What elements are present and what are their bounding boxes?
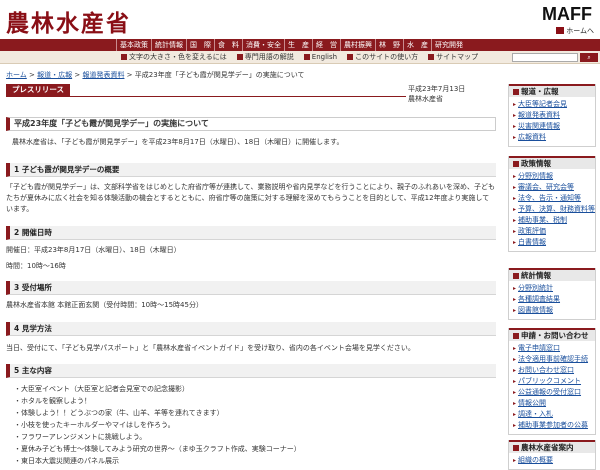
- sidebar-link[interactable]: 法令、告示・通知等: [518, 194, 581, 202]
- sidebar-link[interactable]: 各種調査結果: [518, 295, 560, 303]
- sitemap-link[interactable]: サイトマップ: [423, 51, 483, 64]
- square-icon: [513, 333, 519, 339]
- section-heading: 4 見学方法: [6, 322, 496, 336]
- breadcrumb-current: 平成23年度「子ども霞が関見学デー」の実施について: [134, 71, 305, 79]
- lead-text: 農林水産省は、「子ども霞が関見学デー」を平成23年8月17日（水曜日）、18日（…: [12, 138, 344, 146]
- gnav-item[interactable]: 食 料: [214, 39, 242, 51]
- section-heading: 1 子ども霞が関見学デーの概要: [6, 163, 496, 177]
- sidebar-link[interactable]: 大臣等記者会見: [518, 100, 567, 108]
- square-icon: [303, 54, 310, 60]
- section-body: 時間：10時～16時: [6, 262, 66, 270]
- gnav-item[interactable]: 生 産: [284, 39, 312, 51]
- sidebar-heading: 報道・広報: [509, 84, 595, 97]
- sidebar-link[interactable]: お問い合わせ窓口: [518, 366, 574, 374]
- press-date: 平成23年7月13日 農林水産省: [408, 85, 466, 103]
- sidebar-box-press: 報道・広報 大臣等記者会見 報道発表資料 災害関連情報 広報資料: [508, 84, 596, 147]
- gnav-item[interactable]: 消費・安全: [242, 39, 284, 51]
- sidebar-link[interactable]: 法令適用事前確認手続: [518, 355, 588, 363]
- list-item: ホタルを観察しよう！: [14, 395, 301, 407]
- page-title: 平成23年度「子ども霞が関見学デー」の実施について: [6, 117, 496, 131]
- sidebar-link[interactable]: 白書情報: [518, 238, 546, 246]
- sidebar-heading: 統計情報: [509, 268, 595, 281]
- breadcrumb-press[interactable]: 報道・広報: [37, 71, 72, 79]
- sidebar-link[interactable]: 政策評価: [518, 227, 546, 235]
- sidebar-link[interactable]: 広報資料: [518, 133, 546, 141]
- square-icon: [513, 161, 519, 167]
- sidebar-box-about: 農林水産省案内 組織の概要: [508, 440, 596, 470]
- content-list: 大臣室イベント（大臣室と記者会見室での記念撮影） ホタルを観察しよう！ 体験しよ…: [14, 383, 301, 467]
- search-input[interactable]: [512, 53, 578, 62]
- text-size-link[interactable]: 文字の大きさ・色を変えるには: [116, 51, 232, 64]
- divider: [6, 96, 406, 97]
- sidebar-link[interactable]: 災害関連情報: [518, 122, 560, 130]
- square-icon: [513, 273, 519, 279]
- sidebar-link[interactable]: 分野別統計: [518, 284, 553, 292]
- sidebar-link[interactable]: 組織の概要: [518, 456, 553, 464]
- search-icon: ⌕: [587, 54, 591, 61]
- section-heading: 3 受付場所: [6, 281, 496, 295]
- sidebar-link[interactable]: 補助事業、税制: [518, 216, 567, 224]
- sidebar-link[interactable]: 図書館情報: [518, 306, 553, 314]
- press-release-tab: プレスリリース: [6, 84, 70, 96]
- gnav-item[interactable]: 基本政策: [116, 39, 151, 51]
- home-link[interactable]: ホームへ: [556, 26, 594, 36]
- gnav-item[interactable]: 国 際: [186, 39, 214, 51]
- section-body: 「子ども霞が関見学デー」は、文部科学省をはじめとした府省庁等が連携して、業務説明…: [6, 183, 496, 213]
- sidebar-link[interactable]: 補助事業参加者の公募: [518, 421, 588, 429]
- global-nav: 基本政策 統計情報 国 際 食 料 消費・安全 生 産 経 営 農村振興 林 野…: [0, 39, 600, 51]
- section-body: 開催日：平成23年8月17日（水曜日）、18日（木曜日）: [6, 246, 181, 254]
- gnav-item[interactable]: 経 営: [312, 39, 340, 51]
- section-body: 農林水産省本館 本館正面玄関（受付時間：10時～15時45分）: [6, 301, 203, 309]
- list-item: 小枝を使ったキーホルダーやマイはしを作ろう。: [14, 419, 301, 431]
- sidebar-link[interactable]: 審議会、研究会等: [518, 183, 574, 191]
- sidebar-link[interactable]: 分野別情報: [518, 172, 553, 180]
- list-item: フラワーアレンジメントに挑戦しよう。: [14, 431, 301, 443]
- section-body: 当日、受付にて、「子ども見学パスポート」と「農林水産省イベントガイド」を受け取り…: [6, 344, 415, 352]
- sidebar-link[interactable]: 調達・入札: [518, 410, 553, 418]
- english-link[interactable]: English: [299, 51, 342, 64]
- list-item: 体験しよう！！どうぶつの家（牛、山羊、羊等を連れてきます）: [14, 407, 301, 419]
- list-item: 大臣室イベント（大臣室と記者会見室での記念撮影）: [14, 383, 301, 395]
- sidebar-box-policy: 政策情報 分野別情報 審議会、研究会等 法令、告示・通知等 予算、決算、財務資料…: [508, 156, 596, 252]
- section-heading: 2 開催日時: [6, 226, 496, 240]
- gnav-item[interactable]: 農村振興: [340, 39, 375, 51]
- utility-nav: 文字の大きさ・色を変えるには 専門用語の解説 English このサイトの使い方…: [0, 51, 600, 64]
- maff-logo[interactable]: MAFF: [542, 4, 592, 25]
- site-header: 農林水産省 MAFF ホームへ: [0, 0, 600, 38]
- sidebar-box-stats: 統計情報 分野別統計 各種調査結果 図書館情報: [508, 268, 596, 320]
- square-icon: [121, 54, 127, 60]
- sidebar-heading: 申請・お問い合わせ: [509, 328, 595, 341]
- sidebar-box-contact: 申請・お問い合わせ 電子申請窓口 法令適用事前確認手続 お問い合わせ窓口 パブリ…: [508, 328, 596, 435]
- glossary-link[interactable]: 専門用語の解説: [232, 51, 299, 64]
- search-button[interactable]: ⌕: [580, 53, 598, 62]
- sidebar-link[interactable]: 電子申請窓口: [518, 344, 560, 352]
- list-item: 夏休み子ども博士～体験してみよう研究の世界～（まゆ玉クラフト作成、実験コーナー）: [14, 443, 301, 455]
- square-icon: [513, 445, 519, 451]
- sidebar-link[interactable]: 報道発表資料: [518, 111, 560, 119]
- sidebar-link[interactable]: 予算、決算、財務資料等: [518, 205, 595, 213]
- sidebar-heading: 農林水産省案内: [509, 440, 595, 453]
- sidebar-link[interactable]: パブリックコメント: [518, 377, 581, 385]
- gnav-item[interactable]: 統計情報: [151, 39, 186, 51]
- gnav-item[interactable]: 林 野: [375, 39, 403, 51]
- home-icon: [556, 27, 565, 34]
- breadcrumb: ホーム > 報道・広報 > 報道発表資料 > 平成23年度「子ども霞が関見学デー…: [6, 71, 305, 79]
- list-item: 東日本大震災関連のパネル展示: [14, 455, 301, 467]
- sidebar-link[interactable]: 情報公開: [518, 399, 546, 407]
- howto-link[interactable]: このサイトの使い方: [342, 51, 423, 64]
- section-heading: 5 主な内容: [6, 364, 496, 378]
- square-icon: [513, 89, 519, 95]
- sidebar-heading: 政策情報: [509, 156, 595, 169]
- gnav-item[interactable]: 研究開発: [431, 39, 466, 51]
- site-logo[interactable]: 農林水産省: [6, 4, 131, 38]
- square-icon: [428, 54, 435, 60]
- breadcrumb-releases[interactable]: 報道発表資料: [82, 71, 124, 79]
- gnav-item[interactable]: 水 産: [403, 39, 431, 51]
- square-icon: [347, 54, 354, 60]
- breadcrumb-home[interactable]: ホーム: [6, 71, 27, 79]
- square-icon: [236, 54, 243, 60]
- sidebar-link[interactable]: 公益通報の受付窓口: [518, 388, 581, 396]
